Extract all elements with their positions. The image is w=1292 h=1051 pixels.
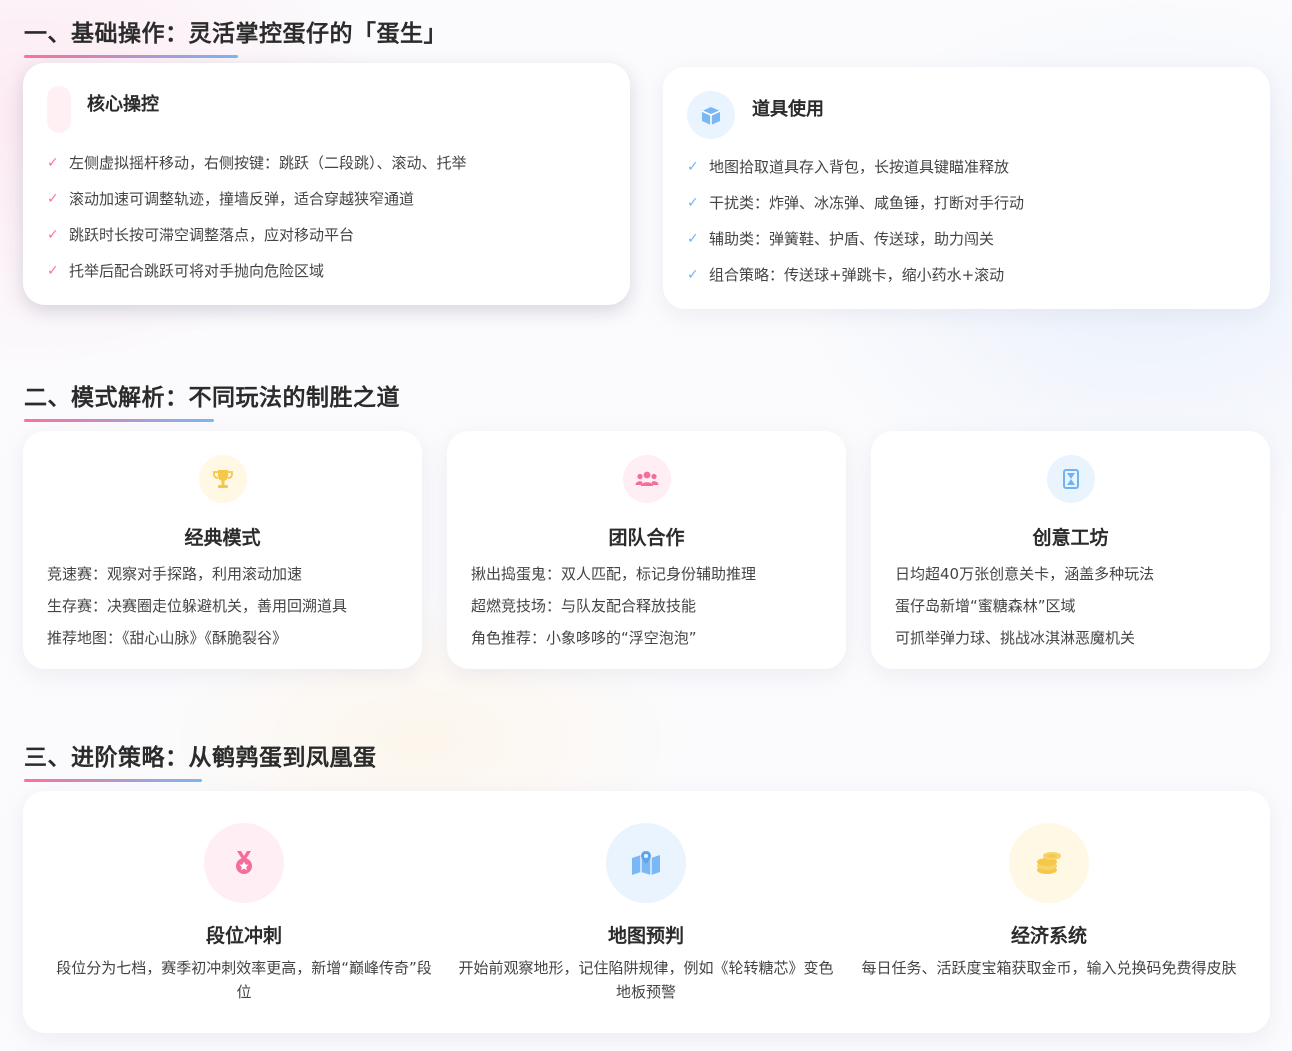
mode-title: 创意工坊	[1032, 527, 1109, 549]
check-icon: ✓	[47, 155, 59, 171]
mode-line: 日均超40万张创意关卡，涵盖多种玩法	[895, 565, 1155, 583]
item-usage-card: 道具使用 ✓ 地图拾取道具存入背包，长按道具键瞄准释放 ✓ 干扰类：炸弹、冰冻弹、咸…	[663, 67, 1270, 309]
list-item: ✓ 辅助类：弹簧鞋、护盾、传送球，助力闯关	[687, 230, 1257, 266]
core-controls-accent	[47, 86, 71, 133]
section-title-modes-text: 二、模式解析：不同玩法的制胜之道	[24, 385, 400, 411]
users-icon	[623, 455, 671, 503]
advanced-card: 段位冲刺 段位分为七档，赛季初冲刺效率更高，新增“巅峰传奇”段位 地图预判 开始…	[23, 791, 1270, 1033]
section-title-modes: 二、模式解析：不同玩法的制胜之道	[24, 378, 400, 422]
section-title-basics: 一、基础操作：灵活掌控蛋仔的「蛋生」	[24, 14, 447, 58]
list-item: ✓ 滚动加速可调整轨迹，撞墙反弹，适合穿越狭窄通道	[47, 190, 617, 226]
list-item-text: 组合策略：传送球+弹跳卡，缩小药水+滚动	[709, 266, 1005, 284]
list-item: ✓ 干扰类：炸弹、冰冻弹、咸鱼锤，打断对手行动	[687, 194, 1257, 230]
check-icon: ✓	[687, 231, 699, 247]
section-title-advanced: 三、进阶策略：从鹌鹑蛋到凤凰蛋	[24, 738, 377, 782]
mode-line: 竞速赛：观察对手探路，利用滚动加速	[47, 565, 303, 583]
check-icon: ✓	[47, 191, 59, 207]
mode-line: 蛋仔岛新增“蜜糖森林”区域	[895, 597, 1076, 615]
list-item-text: 滚动加速可调整轨迹，撞墙反弹，适合穿越狭窄通道	[69, 190, 415, 208]
advanced-title: 地图预判	[607, 925, 684, 947]
hourglass-icon	[1047, 455, 1095, 503]
list-item: ✓ 左侧虚拟摇杆移动，右侧按键：跳跃（二段跳）、滚动、托举	[47, 154, 617, 190]
advanced-title: 经济系统	[1010, 925, 1087, 947]
core-controls-title: 核心操控	[87, 94, 159, 115]
list-item: ✓ 地图拾取道具存入背包，长按道具键瞄准释放	[687, 158, 1257, 194]
list-item-text: 左侧虚拟摇杆移动，右侧按键：跳跃（二段跳）、滚动、托举	[69, 154, 467, 172]
check-icon: ✓	[687, 267, 699, 283]
section-underline	[24, 779, 202, 782]
item-usage-list: ✓ 地图拾取道具存入背包，长按道具键瞄准释放 ✓ 干扰类：炸弹、冰冻弹、咸鱼锤，打断…	[687, 158, 1257, 302]
advanced-title: 段位冲刺	[205, 925, 282, 947]
item-usage-title: 道具使用	[752, 99, 824, 120]
list-item-text: 辅助类：弹簧鞋、护盾、传送球，助力闯关	[709, 230, 995, 248]
mode-line: 可抓举弹力球、挑战冰淇淋恶魔机关	[895, 629, 1136, 647]
medal-icon	[204, 823, 284, 903]
mode-card-team: 团队合作 揪出捣蛋鬼：双人匹配，标记身份辅助推理 超燃竞技场：与队友配合释放技能…	[447, 431, 846, 669]
trophy-icon	[199, 455, 247, 503]
section-underline	[24, 55, 238, 58]
list-item: ✓ 组合策略：传送球+弹跳卡，缩小药水+滚动	[687, 266, 1257, 302]
advanced-item-rank: 段位冲刺 段位分为七档，赛季初冲刺效率更高，新增“巅峰传奇”段位	[54, 791, 434, 1033]
mode-card-workshop: 创意工坊 日均超40万张创意关卡，涵盖多种玩法 蛋仔岛新增“蜜糖森林”区域 可抓…	[871, 431, 1270, 669]
list-item-text: 干扰类：炸弹、冰冻弹、咸鱼锤，打断对手行动	[709, 194, 1025, 212]
advanced-desc: 段位分为七档，赛季初冲刺效率更高，新增“巅峰传奇”段位	[56, 959, 432, 1001]
advanced-desc: 开始前观察地形，记住陷阱规律，例如《轮转糖芯》变色地板预警	[458, 959, 834, 1001]
mode-title: 团队合作	[608, 527, 685, 549]
list-item: ✓ 托举后配合跳跃可将对手抛向危险区域	[47, 262, 617, 298]
box-icon	[687, 91, 735, 139]
core-controls-list: ✓ 左侧虚拟摇杆移动，右侧按键：跳跃（二段跳）、滚动、托举 ✓ 滚动加速可调整轨迹，…	[47, 154, 617, 298]
mode-line: 揪出捣蛋鬼：双人匹配，标记身份辅助推理	[471, 565, 757, 583]
advanced-item-economy: 经济系统 每日任务、活跃度宝箱获取金币，输入兑换码免费得皮肤	[859, 791, 1239, 1033]
check-icon: ✓	[47, 263, 59, 279]
core-controls-card: 核心操控 ✓ 左侧虚拟摇杆移动，右侧按键：跳跃（二段跳）、滚动、托举 ✓ 滚动加速可…	[23, 63, 630, 305]
mode-line: 生存赛：决赛圈走位躲避机关，善用回溯道具	[47, 597, 348, 615]
advanced-item-map: 地图预判 开始前观察地形，记住陷阱规律，例如《轮转糖芯》变色地板预警	[456, 791, 836, 1033]
advanced-desc: 每日任务、活跃度宝箱获取金币，输入兑换码免费得皮肤	[861, 959, 1237, 977]
list-item-text: 地图拾取道具存入背包，长按道具键瞄准释放	[709, 158, 1010, 176]
section-title-advanced-text: 三、进阶策略：从鹌鹑蛋到凤凰蛋	[24, 745, 377, 771]
check-icon: ✓	[687, 159, 699, 175]
section-title-basics-text: 一、基础操作：灵活掌控蛋仔的「蛋生」	[24, 21, 447, 47]
coins-icon	[1009, 823, 1089, 903]
section-underline	[24, 419, 214, 422]
mode-line: 超燃竞技场：与队友配合释放技能	[471, 597, 697, 615]
mode-line: 推荐地图：《甜心山脉》《酥脆裂谷》	[47, 629, 288, 647]
check-icon: ✓	[687, 195, 699, 211]
mode-title: 经典模式	[184, 527, 261, 549]
list-item: ✓ 跳跃时长按可滞空调整落点，应对移动平台	[47, 226, 617, 262]
mode-line: 角色推荐：小象哆哆的“浮空泡泡”	[471, 629, 697, 647]
list-item-text: 托举后配合跳跃可将对手抛向危险区域	[69, 262, 325, 280]
list-item-text: 跳跃时长按可滞空调整落点，应对移动平台	[69, 226, 355, 244]
map-icon	[606, 823, 686, 903]
check-icon: ✓	[47, 227, 59, 243]
mode-card-classic: 经典模式 竞速赛：观察对手探路，利用滚动加速 生存赛：决赛圈走位躲避机关，善用回…	[23, 431, 422, 669]
